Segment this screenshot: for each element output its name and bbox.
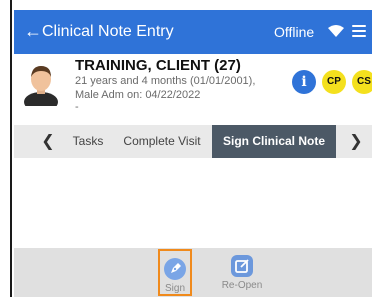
back-arrow-icon[interactable]: ←: [24, 21, 42, 41]
info-icon[interactable]: i: [292, 70, 316, 94]
pen-icon: [164, 258, 186, 280]
reopen-label: Re-Open: [221, 280, 263, 291]
client-name: TRAINING, CLIENT (27): [75, 57, 241, 74]
app-header: ← Clinical Note Entry Offline: [14, 10, 372, 54]
connection-status: Offline: [274, 24, 315, 40]
client-summary: TRAINING, CLIENT (27) 21 years and 4 mon…: [14, 54, 372, 126]
action-bar: Sign Re-Open: [14, 248, 372, 297]
edit-box-icon: [231, 255, 253, 277]
cp-badge[interactable]: CP: [322, 70, 346, 94]
page-title: Clinical Note Entry: [42, 23, 174, 40]
tab-sign-clinical-note[interactable]: Sign Clinical Note: [212, 125, 336, 158]
client-admission: Male Adm on: 04/22/2022: [75, 89, 201, 101]
wifi-icon: [328, 25, 344, 37]
tab-bar: ❮ Tasks Complete Visit Sign Clinical Not…: [14, 125, 372, 158]
chevron-left-icon[interactable]: ❮: [36, 125, 60, 158]
sign-label: Sign: [164, 283, 185, 294]
client-extra: -: [75, 101, 79, 113]
client-age: 21 years and 4 months (01/01/2001),: [75, 75, 256, 87]
chevron-right-icon[interactable]: ❯: [344, 125, 368, 158]
reopen-button[interactable]: Re-Open: [214, 248, 270, 297]
tab-tasks[interactable]: Tasks: [69, 125, 107, 158]
app-frame: ← Clinical Note Entry Offline TRAINING, …: [10, 0, 372, 297]
sign-button[interactable]: Sign: [158, 249, 192, 296]
client-avatar: [24, 66, 58, 106]
hamburger-menu-icon[interactable]: [352, 25, 366, 37]
tab-complete-visit[interactable]: Complete Visit: [121, 125, 203, 158]
cs-badge[interactable]: CS: [352, 70, 372, 94]
content-area: [14, 158, 372, 248]
